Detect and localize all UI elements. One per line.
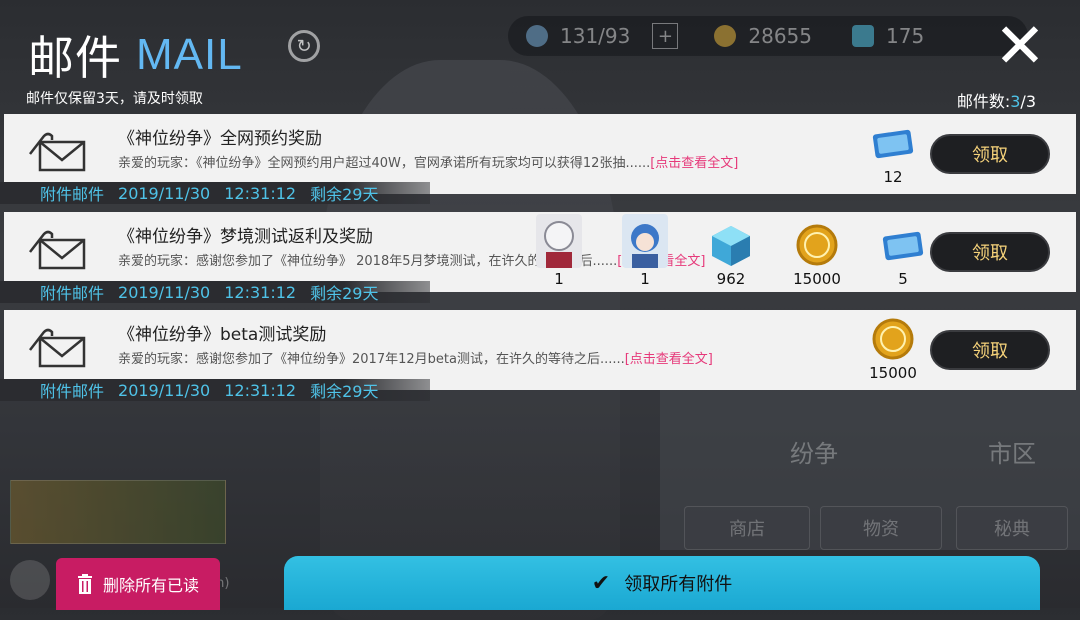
delete-all-read-button[interactable]: 删除所有已读 [56, 558, 220, 610]
read-more-link[interactable]: [点击查看全文] [625, 352, 713, 367]
crystal-value: 175 [886, 24, 925, 48]
reward-qty: 15000 [869, 364, 917, 382]
crystal-icon [712, 226, 750, 266]
title-cn: 邮件 [28, 31, 122, 85]
ticket-icon [872, 129, 914, 159]
title-en: MAIL [136, 30, 243, 79]
mail-tag: 附件邮件 [40, 284, 105, 303]
bg-tile-shop: 商店 [684, 506, 810, 550]
reward-qty: 12 [883, 168, 903, 186]
reward-item: 1 [516, 214, 602, 288]
stamina-icon [526, 25, 548, 47]
mail-remaining: 剩余29天 [310, 382, 379, 401]
check-icon: ✔ [591, 570, 611, 596]
mail-date: 2019/11/30 [118, 183, 211, 203]
refresh-icon[interactable]: ↻ [288, 30, 320, 62]
envelope-attachment-icon [29, 230, 86, 270]
mail-time: 12:31:12 [224, 183, 297, 203]
mail-item[interactable]: 《神位纷争》beta测试奖励 亲爱的玩家：感谢您参加了《神位纷争》2017年12… [4, 310, 1076, 390]
reward-item: 1 [602, 214, 688, 288]
bg-label-conflict: 纷争 [790, 440, 838, 468]
claim-all-label: 领取所有附件 [624, 574, 733, 595]
delete-all-label: 删除所有已读 [102, 576, 199, 595]
mail-desc: 亲爱的玩家：感谢您参加了《神位纷争》2017年12月beta测试，在许久的等待之… [118, 352, 713, 367]
mail-item[interactable]: 《神位纷争》梦境测试返利及奖励 亲爱的玩家：感谢您参加了《神位纷争》 2018年… [4, 212, 1076, 292]
mail-time: 12:31:12 [224, 282, 297, 302]
mail-meta: 附件邮件 2019/11/30 12:31:12 剩余29天 [0, 281, 430, 303]
crystal-icon [852, 25, 874, 47]
claim-all-button[interactable]: ✔ 领取所有附件 [284, 556, 1040, 610]
gold-coin-icon [872, 318, 914, 360]
mail-meta: 附件邮件 2019/11/30 12:31:12 剩余29天 [0, 182, 430, 204]
avatar-blue-hair-icon [622, 214, 668, 268]
add-stamina-button[interactable]: + [652, 23, 679, 49]
gold-value: 28655 [748, 24, 812, 48]
gold-icon [714, 25, 737, 47]
page-title: 邮件 MAIL [28, 22, 243, 88]
ticket-icon [882, 231, 924, 261]
reward-qty: 15000 [793, 270, 841, 288]
mail-title: 《神位纷争》梦境测试返利及奖励 [118, 227, 373, 247]
reward-item: 15000 [850, 316, 936, 382]
reward-qty: 5 [898, 270, 908, 288]
bg-tile-codex: 秘典 [956, 506, 1068, 550]
claim-button[interactable]: 领取 [930, 134, 1050, 174]
resource-bar: 131/93 + 28655 175 [508, 16, 1028, 56]
mail-time: 12:31:12 [224, 380, 297, 400]
mail-desc: 亲爱的玩家：《神位纷争》全网预约用户超过40W，官网承诺所有玩家均可以获得12张… [118, 156, 739, 171]
avatar-white-hair-icon [536, 214, 582, 268]
chat-icon[interactable] [10, 560, 50, 600]
mail-remaining: 剩余29天 [310, 284, 379, 303]
envelope-attachment-icon [29, 132, 86, 172]
reward-item: 15000 [774, 222, 860, 288]
mail-remaining: 剩余29天 [310, 185, 379, 204]
reward-qty: 962 [716, 270, 746, 288]
reward-item: 12 [850, 120, 936, 186]
mail-tag: 附件邮件 [40, 185, 105, 204]
trash-icon [77, 574, 92, 594]
read-more-link[interactable]: [点击查看全文] [650, 156, 738, 171]
bg-tile-supplies: 物资 [820, 506, 942, 550]
event-banner [10, 480, 226, 544]
mail-date: 2019/11/30 [118, 380, 211, 400]
mail-tag: 附件邮件 [40, 382, 105, 401]
reward-item: 962 [688, 222, 774, 288]
gold-coin-icon [796, 224, 838, 266]
close-icon[interactable]: ✕ [992, 15, 1048, 77]
mail-count-current: 3 [1010, 92, 1021, 111]
reward-list: 12 [850, 120, 936, 186]
claim-button[interactable]: 领取 [930, 330, 1050, 370]
reward-qty: 1 [640, 270, 650, 288]
mail-title: 《神位纷争》全网预约奖励 [118, 129, 322, 149]
stamina-value: 131/93 [560, 24, 631, 48]
retention-notice: 邮件仅保留3天，请及时领取 [26, 91, 203, 107]
bg-label-city: 市区 [988, 440, 1036, 468]
mail-date: 2019/11/30 [118, 282, 211, 302]
reward-qty: 1 [554, 270, 564, 288]
mail-title: 《神位纷争》beta测试奖励 [118, 325, 327, 345]
claim-button[interactable]: 领取 [930, 232, 1050, 272]
reward-list: 1 1 962 15000 5 [516, 214, 946, 288]
reward-list: 15000 [850, 316, 936, 382]
mail-meta: 附件邮件 2019/11/30 12:31:12 剩余29天 [0, 379, 430, 401]
mail-count: 邮件数:3/3 [956, 92, 1036, 111]
envelope-attachment-icon [29, 328, 86, 368]
